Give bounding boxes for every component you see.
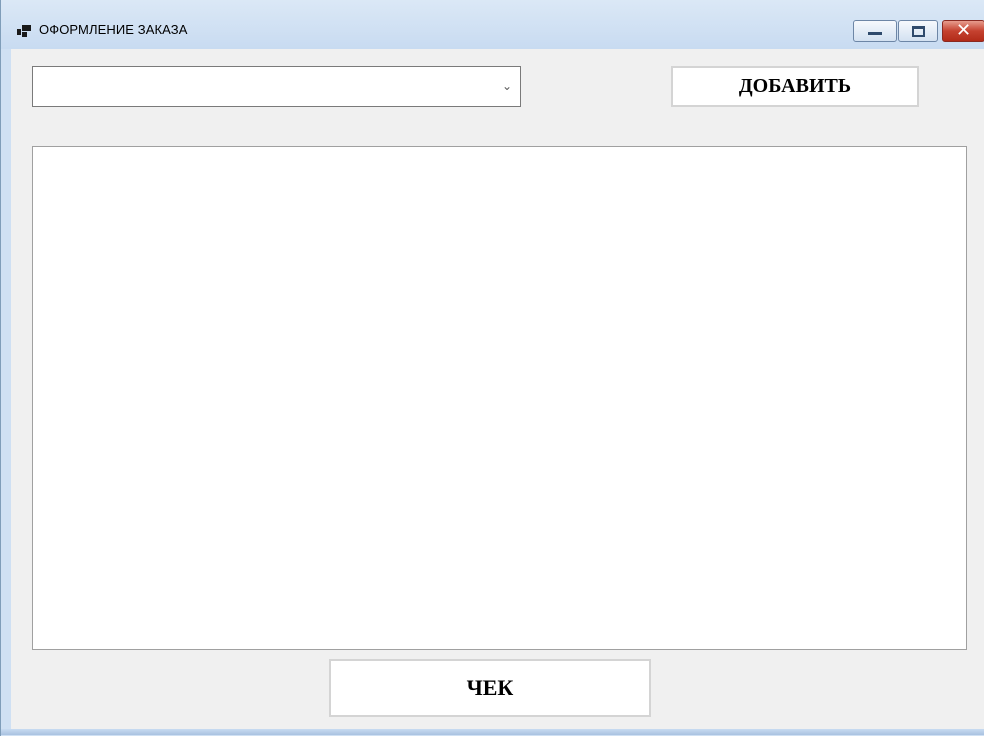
minimize-button[interactable] bbox=[853, 20, 897, 42]
check-button[interactable]: ЧЕК bbox=[329, 659, 651, 717]
maximize-button[interactable] bbox=[898, 20, 938, 42]
chevron-down-icon[interactable]: ⌄ bbox=[500, 77, 514, 95]
close-button[interactable]: ✕ bbox=[942, 20, 984, 42]
order-window: ОФОРМЛЕНИЕ ЗАКАЗА ✕ ⌄ ДОБАВИТЬ ЧЕК bbox=[0, 0, 984, 736]
close-icon: ✕ bbox=[955, 20, 972, 41]
maximize-icon bbox=[912, 26, 925, 37]
add-button[interactable]: ДОБАВИТЬ bbox=[671, 66, 919, 107]
order-list[interactable] bbox=[32, 146, 967, 650]
minimize-icon bbox=[868, 32, 882, 35]
window-title: ОФОРМЛЕНИЕ ЗАКАЗА bbox=[39, 22, 188, 37]
window-bottom-border bbox=[1, 729, 984, 735]
product-select[interactable]: ⌄ bbox=[32, 66, 521, 107]
title-bar[interactable]: ОФОРМЛЕНИЕ ЗАКАЗА ✕ bbox=[1, 0, 984, 49]
app-icon bbox=[17, 24, 31, 38]
